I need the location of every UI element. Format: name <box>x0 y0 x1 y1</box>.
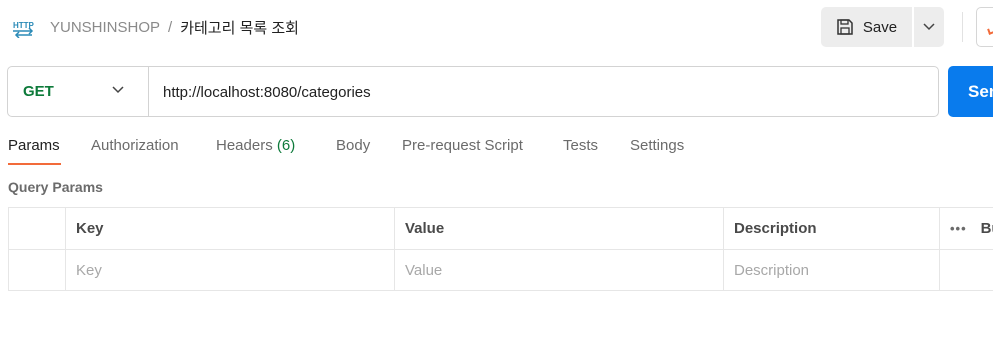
value-column-header: Value <box>394 207 724 250</box>
bulk-edit-link[interactable]: Bulk Edit <box>981 220 993 237</box>
share-icon <box>987 27 993 35</box>
request-title[interactable]: 카테고리 목록 조회 <box>180 17 299 38</box>
active-tab-indicator <box>8 163 61 165</box>
tab-headers-label: Headers <box>216 137 273 154</box>
key-column-header: Key <box>65 207 395 250</box>
method-divider <box>148 67 149 116</box>
svg-text:HTTP: HTTP <box>13 21 35 30</box>
tab-authorization[interactable]: Authorization <box>91 137 179 167</box>
url-input[interactable] <box>163 81 923 103</box>
method-select[interactable]: GET <box>8 67 148 116</box>
key-input[interactable]: Key <box>65 249 395 291</box>
checkbox-column-header <box>8 207 66 250</box>
query-params-title: Query Params <box>8 179 103 195</box>
breadcrumb-separator: / <box>168 18 173 36</box>
share-button[interactable] <box>976 7 993 47</box>
description-column-header: Description <box>723 207 940 250</box>
table-row: Key Value Description <box>8 249 993 291</box>
save-icon <box>837 19 853 35</box>
request-tabs: Params Authorization Headers (6) Body Pr… <box>0 137 993 167</box>
headers-count: (6) <box>276 137 296 154</box>
row-empty-cell <box>939 249 993 291</box>
tab-settings[interactable]: Settings <box>630 137 684 167</box>
save-button[interactable]: Save <box>821 7 912 47</box>
tab-tests[interactable]: Tests <box>563 137 598 167</box>
table-header-row: Key Value Description ••• Bulk Edit <box>8 207 993 250</box>
value-input[interactable]: Value <box>394 249 724 291</box>
tab-pre-request-script[interactable]: Pre-request Script <box>402 137 523 167</box>
breadcrumb: YUNSHINSHOP / 카테고리 목록 조회 <box>50 17 299 37</box>
table-options: ••• Bulk Edit <box>939 207 993 250</box>
breadcrumb-collection[interactable]: YUNSHINSHOP <box>50 19 160 36</box>
request-header: HTTP YUNSHINSHOP / 카테고리 목록 조회 Save <box>0 0 993 54</box>
save-button-group: Save <box>821 7 944 47</box>
row-checkbox-cell <box>8 249 66 291</box>
send-button[interactable]: Send <box>948 66 993 117</box>
chevron-down-icon <box>923 23 935 31</box>
method-label: GET <box>23 83 54 100</box>
save-label: Save <box>862 18 898 36</box>
tab-headers[interactable]: Headers (6) <box>216 137 295 167</box>
save-options-button[interactable] <box>914 7 944 47</box>
description-input[interactable]: Description <box>723 249 940 291</box>
tab-body[interactable]: Body <box>336 137 370 167</box>
header-divider <box>962 12 963 42</box>
chevron-down-icon <box>112 86 124 94</box>
http-request-icon: HTTP <box>13 21 35 38</box>
query-params-table: Key Value Description ••• Bulk Edit Key V… <box>8 207 993 291</box>
url-bar: GET <box>7 66 939 117</box>
more-options-icon[interactable]: ••• <box>950 221 967 236</box>
